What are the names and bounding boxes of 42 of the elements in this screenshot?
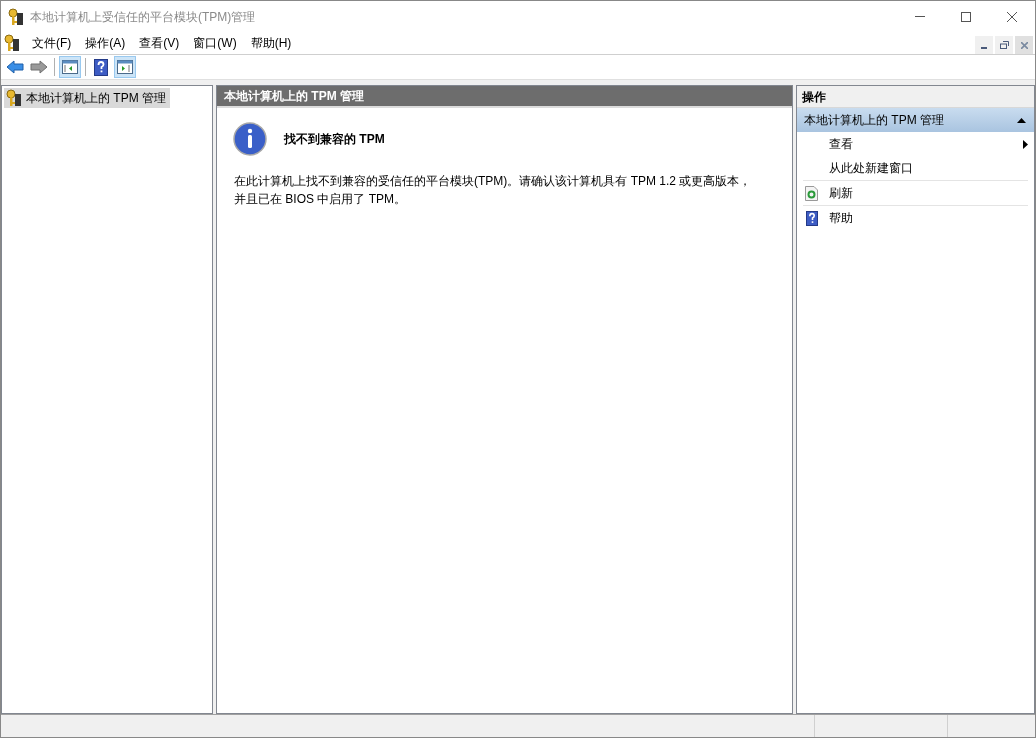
close-button[interactable] [1015,36,1033,54]
tree-item[interactable]: 本地计算机上的 TPM 管理 [4,88,170,108]
menu-item[interactable]: 文件(F) [25,32,79,54]
back-arrow-icon [6,60,24,74]
restore-button[interactable] [995,36,1013,54]
key-icon [4,34,20,52]
minimize-button[interactable] [975,36,993,54]
close-icon [1007,11,1017,22]
pane-header: 本地计算机上的 TPM 管理 [217,86,792,108]
message-text: 并且已在 BIOS 中启用了 TPM。 [234,191,406,208]
action-item[interactable]: 从此处新建窗口 [797,156,1034,180]
help-icon [94,58,108,76]
tree-label: 本地计算机上的 TPM 管理 [26,90,166,107]
pane-icon [117,60,133,74]
info-icon [233,122,267,156]
action-item[interactable]: 帮助 [797,206,1034,230]
action-item[interactable]: 刷新 [797,181,1034,205]
refresh-icon [805,185,818,201]
pane-icon [62,60,78,74]
menu-item[interactable]: 查看(V) [132,32,187,54]
pane-header: 操作 [797,86,1034,108]
close-icon [1020,41,1028,49]
submenu-arrow-icon [1023,139,1028,149]
minimize-icon [981,47,987,49]
action-item[interactable]: 查看 [797,132,1034,156]
action-group-header[interactable]: 本地计算机上的 TPM 管理 [797,108,1034,132]
message-text: 在此计算机上找不到兼容的受信任的平台模块(TPM)。请确认该计算机具有 TPM 1.2 或更高版本， [234,173,752,190]
maximize-icon [961,11,971,22]
collapse-icon [1017,117,1026,123]
message-title: 找不到兼容的 TPM [284,131,385,148]
menu-item[interactable]: 窗口(W) [186,32,244,54]
help-icon [805,210,818,226]
menu-item[interactable]: 帮助(H) [243,32,299,54]
toolbar-button[interactable] [59,56,81,78]
key-icon [8,7,24,26]
key-icon [6,89,22,107]
forward-arrow-icon [30,60,48,74]
minimize-icon [915,16,925,17]
menu-item[interactable]: 操作(A) [78,32,133,54]
restore-icon [999,41,1009,49]
toolbar-button[interactable] [114,56,136,78]
window-title: 本地计算机上受信任的平台模块(TPM)管理 [30,8,256,26]
